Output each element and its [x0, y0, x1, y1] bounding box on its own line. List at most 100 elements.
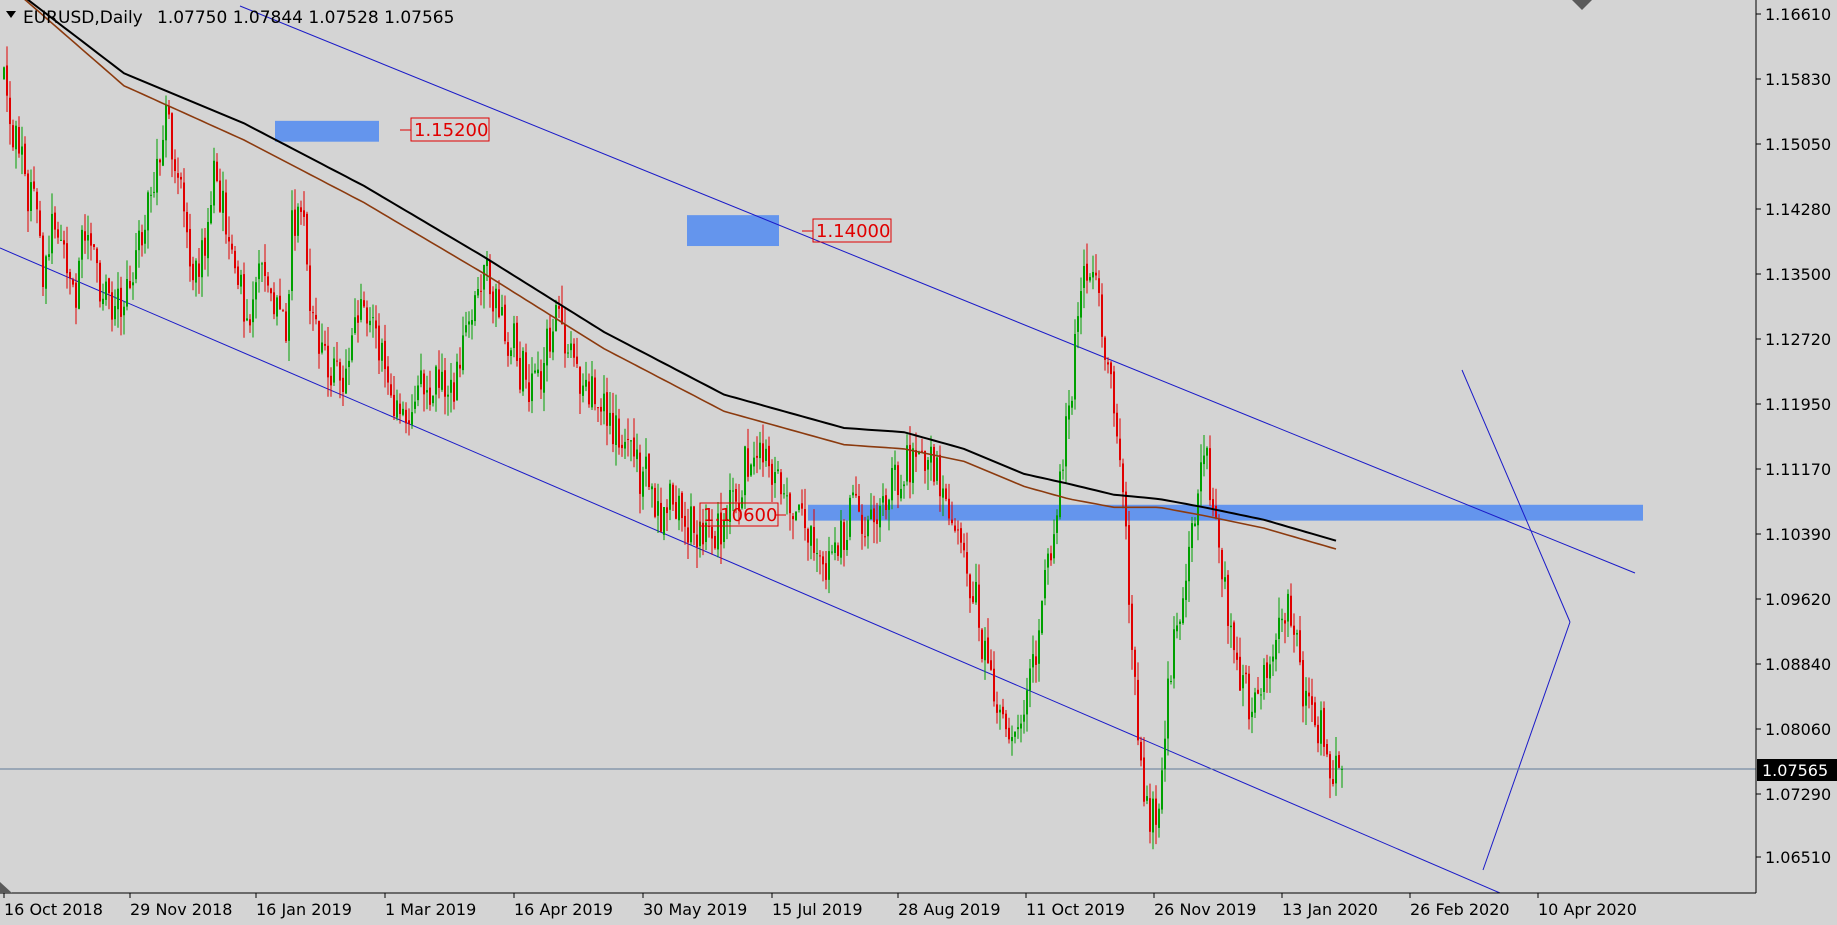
- candle-body: [234, 250, 236, 269]
- candle-body: [663, 506, 665, 535]
- candle-body: [735, 489, 737, 502]
- candle-body: [759, 442, 761, 459]
- candle-body: [279, 295, 281, 310]
- candle-body: [900, 488, 902, 499]
- candle-body: [1281, 618, 1283, 621]
- candle-body: [657, 501, 659, 516]
- candle-body: [348, 360, 350, 368]
- candle-body: [192, 263, 194, 281]
- candle-body: [789, 493, 791, 514]
- candle-body: [186, 211, 188, 233]
- candle-body: [609, 412, 611, 426]
- candle-body: [891, 467, 893, 501]
- candle-body: [510, 350, 512, 357]
- candle-body: [153, 191, 155, 193]
- candle-body: [1239, 656, 1241, 691]
- candle-body: [801, 503, 803, 509]
- candle-body: [207, 221, 209, 259]
- candle-body: [1179, 621, 1181, 624]
- candle-body: [606, 392, 608, 426]
- candle-body: [246, 318, 248, 321]
- candle-body: [1128, 525, 1130, 605]
- level-label-1-15200-text: 1.15200: [414, 120, 488, 141]
- candle-body: [513, 323, 515, 349]
- candle-body: [783, 493, 785, 495]
- candle-body: [897, 465, 899, 496]
- candle-body: [693, 506, 695, 533]
- candle-body: [321, 342, 323, 353]
- candle-body: [1200, 462, 1202, 492]
- candle-body: [1080, 291, 1082, 318]
- candle-body: [504, 304, 506, 342]
- candle-body: [477, 289, 479, 296]
- candle-body: [375, 320, 377, 329]
- candle-body: [339, 362, 341, 381]
- candle-body: [1020, 723, 1022, 729]
- candle-body: [1326, 743, 1328, 755]
- time-tick-label: 28 Aug 2019: [898, 900, 1001, 919]
- candle-body: [1308, 692, 1310, 697]
- candle-body: [165, 104, 167, 141]
- price-tick-label: 1.15830: [1765, 70, 1831, 89]
- candle-body: [423, 373, 425, 395]
- candle-body: [1227, 574, 1229, 626]
- candle-body: [369, 320, 371, 326]
- candle-body: [1116, 412, 1118, 437]
- candle-body: [645, 456, 647, 469]
- candle-body: [798, 504, 800, 510]
- candle-body: [1293, 625, 1295, 635]
- candle-body: [786, 495, 788, 497]
- candle-body: [987, 637, 989, 664]
- candle-body: [618, 418, 620, 448]
- candle-body: [711, 526, 713, 539]
- candle-body: [1050, 553, 1052, 561]
- candle-body: [483, 264, 485, 290]
- candle-body: [243, 274, 245, 322]
- candle-body: [687, 527, 689, 543]
- price-tick-label: 1.10390: [1765, 525, 1831, 544]
- candle-body: [906, 445, 908, 482]
- price-chart[interactable]: 1.15200 1.14000 1.10600 1.16610 1.15830 1.15…: [0, 0, 1837, 925]
- candle-body: [1284, 620, 1286, 624]
- candle-body: [492, 291, 494, 312]
- candle-body: [684, 515, 686, 527]
- candle-body: [1323, 707, 1325, 747]
- candle-body: [21, 146, 23, 155]
- candle-body: [1164, 738, 1166, 770]
- candle-body: [450, 379, 452, 393]
- candle-body: [1119, 438, 1121, 461]
- candle-body: [258, 263, 260, 280]
- candle-body: [1077, 316, 1079, 332]
- candle-body: [213, 160, 215, 206]
- candle-body: [1245, 672, 1247, 675]
- candle-body: [963, 542, 965, 551]
- candle-body: [183, 182, 185, 212]
- candle-body: [969, 574, 971, 599]
- candle-body: [615, 415, 617, 446]
- candle-body: [276, 297, 278, 317]
- candle-body: [852, 492, 854, 496]
- candle-body: [1251, 711, 1253, 718]
- candle-body: [627, 438, 629, 440]
- candle-body: [879, 505, 881, 528]
- candle-body: [1041, 600, 1043, 634]
- candle-body: [1161, 770, 1163, 810]
- candle-body: [594, 377, 596, 405]
- candle-body: [1023, 714, 1025, 722]
- candle-body: [33, 181, 35, 189]
- candle-body: [24, 143, 26, 175]
- candle-body: [327, 345, 329, 378]
- candle-body: [552, 331, 554, 353]
- candle-body: [1068, 405, 1070, 420]
- candle-body: [1053, 534, 1055, 559]
- candle-body: [54, 212, 56, 230]
- candle-body: [1071, 400, 1073, 408]
- candle-body: [1314, 702, 1316, 726]
- candle-body: [858, 495, 860, 512]
- ohlc-readout: 1.07750 1.07844 1.07528 1.07565: [157, 8, 454, 28]
- candle-body: [273, 292, 275, 315]
- candle-body: [267, 276, 269, 286]
- candle-body: [417, 385, 419, 401]
- candle-body: [1113, 371, 1115, 414]
- candle-body: [531, 373, 533, 402]
